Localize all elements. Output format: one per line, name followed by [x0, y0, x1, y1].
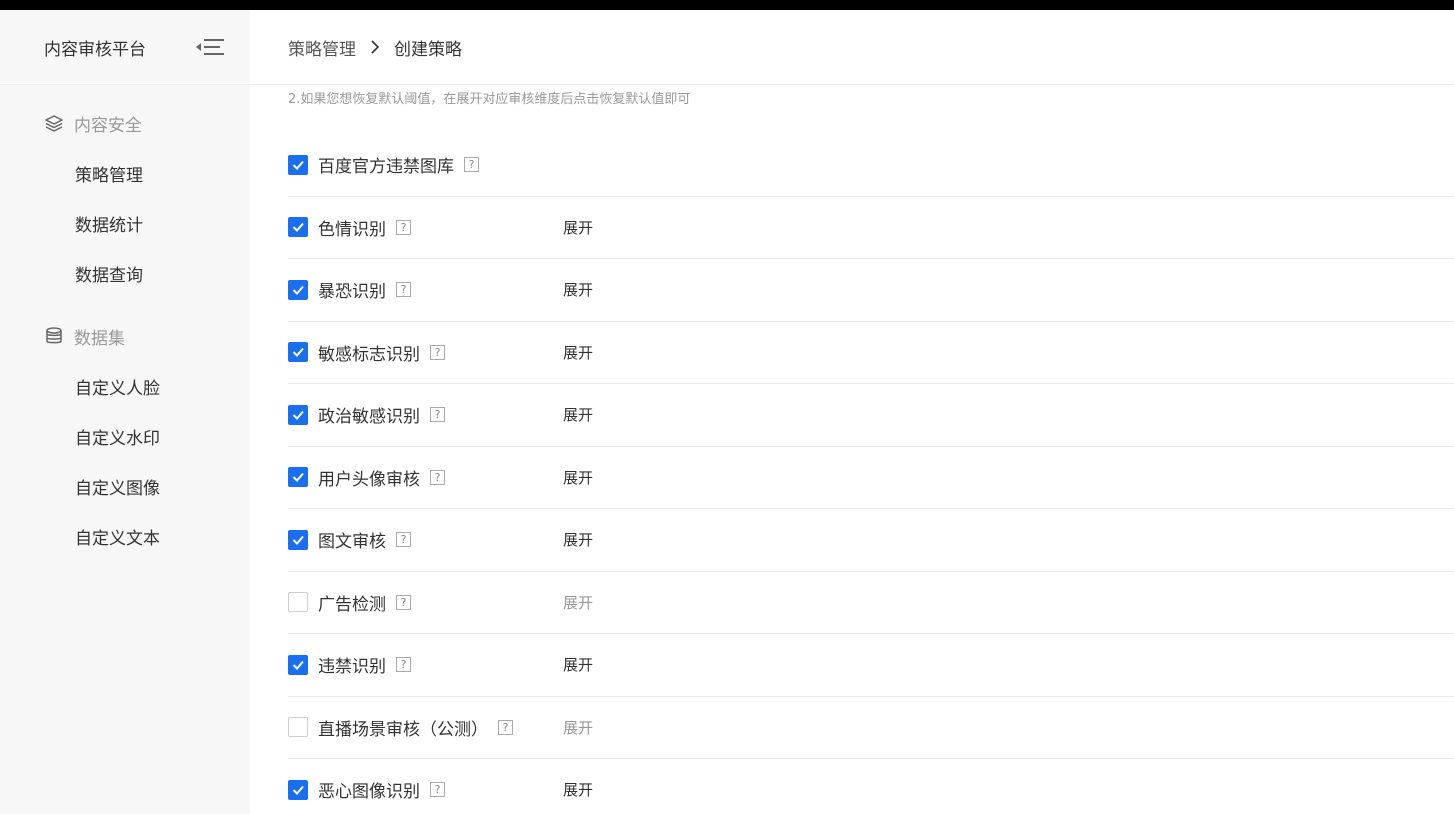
layers-icon: [44, 113, 64, 133]
database-icon: [44, 326, 64, 346]
breadcrumb: 策略管理 创建策略: [250, 10, 1454, 85]
platform-title: 内容审核平台: [44, 39, 146, 60]
breadcrumb-current: 创建策略: [394, 39, 462, 60]
audit-dimension-list: 百度官方违禁图库? 色情识别? 展开 暴恐识别? 展开 敏感标志识别? 展开 政治敏感识别? 展…: [288, 134, 1454, 814]
help-icon[interactable]: ?: [498, 719, 513, 735]
audit-dimension-row: 广告检测? 展开: [288, 572, 1454, 634]
sidebar-group-label: 内容安全: [74, 115, 142, 136]
expand-link[interactable]: 展开: [563, 467, 593, 488]
main-content: 策略管理 创建策略 2.如果您想恢复默认阈值，在展开对应审核维度后点击恢复默认值…: [250, 10, 1454, 814]
hint-text: 2.如果您想恢复默认阈值，在展开对应审核维度后点击恢复默认值即可: [288, 92, 691, 107]
audit-dimension-row: 图文审核? 展开: [288, 509, 1454, 572]
dimension-checkbox[interactable]: [288, 654, 308, 675]
sidebar-item-custom-face[interactable]: 自定义人脸: [0, 361, 250, 411]
check-icon: [292, 223, 304, 233]
dimension-checkbox[interactable]: [288, 717, 308, 738]
check-icon: [292, 348, 304, 358]
expand-link[interactable]: 展开: [563, 217, 593, 238]
check-icon: [292, 785, 304, 795]
dimension-checkbox[interactable]: [288, 154, 308, 175]
help-icon[interactable]: ?: [430, 407, 445, 423]
dimension-label: 直播场景审核（公测）: [318, 719, 488, 740]
dimension-label: 百度官方违禁图库: [318, 157, 454, 178]
dimension-label: 图文审核: [318, 532, 386, 553]
help-icon[interactable]: ?: [396, 594, 411, 610]
dimension-checkbox[interactable]: [288, 779, 308, 800]
dimension-checkbox[interactable]: [288, 342, 308, 363]
check-icon: [292, 535, 304, 545]
audit-dimension-row: 恶心图像识别? 展开: [288, 759, 1454, 814]
sidebar-item-custom-text[interactable]: 自定义文本: [0, 511, 250, 561]
expand-link[interactable]: 展开: [563, 342, 593, 363]
expand-link[interactable]: 展开: [563, 592, 593, 613]
breadcrumb-parent-link[interactable]: 策略管理: [288, 35, 356, 60]
audit-dimension-row: 用户头像审核? 展开: [288, 447, 1454, 509]
help-icon[interactable]: ?: [430, 469, 445, 485]
expand-link[interactable]: 展开: [563, 717, 593, 738]
sidebar-item-custom-image[interactable]: 自定义图像: [0, 461, 250, 511]
dimension-checkbox[interactable]: [288, 592, 308, 613]
check-icon: [292, 473, 304, 483]
help-icon[interactable]: ?: [396, 657, 411, 673]
help-icon[interactable]: ?: [396, 282, 411, 298]
dimension-label: 政治敏感识别: [318, 407, 420, 428]
expand-link[interactable]: 展开: [563, 279, 593, 300]
menu-collapse-icon[interactable]: [194, 35, 226, 59]
audit-dimension-row: 违禁识别? 展开: [288, 634, 1454, 697]
dimension-checkbox[interactable]: [288, 217, 308, 238]
sidebar-item-statistics[interactable]: 数据统计: [0, 198, 250, 248]
help-icon[interactable]: ?: [430, 782, 445, 798]
dimension-label: 色情识别: [318, 219, 386, 240]
audit-dimension-row: 百度官方违禁图库?: [288, 134, 1454, 197]
audit-dimension-row: 色情识别? 展开: [288, 197, 1454, 259]
dimension-label: 恶心图像识别: [318, 782, 420, 803]
audit-dimension-row: 直播场景审核（公测）? 展开: [288, 697, 1454, 759]
sidebar-item-query[interactable]: 数据查询: [0, 248, 250, 298]
help-icon[interactable]: ?: [396, 532, 411, 548]
check-icon: [292, 410, 304, 420]
sidebar: 内容审核平台 内容安全 策略管理 数据统计 数据查询 数据集 自定义人脸 自定义…: [0, 10, 250, 814]
audit-dimension-row: 政治敏感识别? 展开: [288, 384, 1454, 447]
sidebar-group-label: 数据集: [74, 328, 125, 349]
audit-dimension-row: 敏感标志识别? 展开: [288, 322, 1454, 384]
sidebar-group-content-security[interactable]: 内容安全: [0, 98, 250, 148]
sidebar-header: 内容审核平台: [0, 10, 250, 85]
dimension-checkbox[interactable]: [288, 404, 308, 425]
audit-dimension-row: 暴恐识别? 展开: [288, 259, 1454, 322]
dimension-label: 暴恐识别: [318, 282, 386, 303]
check-icon: [292, 660, 304, 670]
top-bar: [0, 0, 1454, 10]
dimension-checkbox[interactable]: [288, 529, 308, 550]
dimension-label: 敏感标志识别: [318, 344, 420, 365]
sidebar-item-strategy[interactable]: 策略管理: [0, 148, 250, 198]
dimension-checkbox[interactable]: [288, 467, 308, 488]
sidebar-group-dataset[interactable]: 数据集: [0, 311, 250, 361]
dimension-label: 用户头像审核: [318, 469, 420, 490]
dimension-label: 广告检测: [318, 594, 386, 615]
help-icon[interactable]: ?: [430, 344, 445, 360]
dimension-label: 违禁识别: [318, 657, 386, 678]
chevron-right-icon: [370, 40, 380, 54]
help-icon[interactable]: ?: [396, 219, 411, 235]
expand-link[interactable]: 展开: [563, 779, 593, 800]
help-icon[interactable]: ?: [464, 157, 479, 173]
expand-link[interactable]: 展开: [563, 654, 593, 675]
check-icon: [292, 160, 304, 170]
dimension-checkbox[interactable]: [288, 279, 308, 300]
check-icon: [292, 285, 304, 295]
sidebar-item-custom-watermark[interactable]: 自定义水印: [0, 411, 250, 461]
expand-link[interactable]: 展开: [563, 404, 593, 425]
expand-link[interactable]: 展开: [563, 529, 593, 550]
